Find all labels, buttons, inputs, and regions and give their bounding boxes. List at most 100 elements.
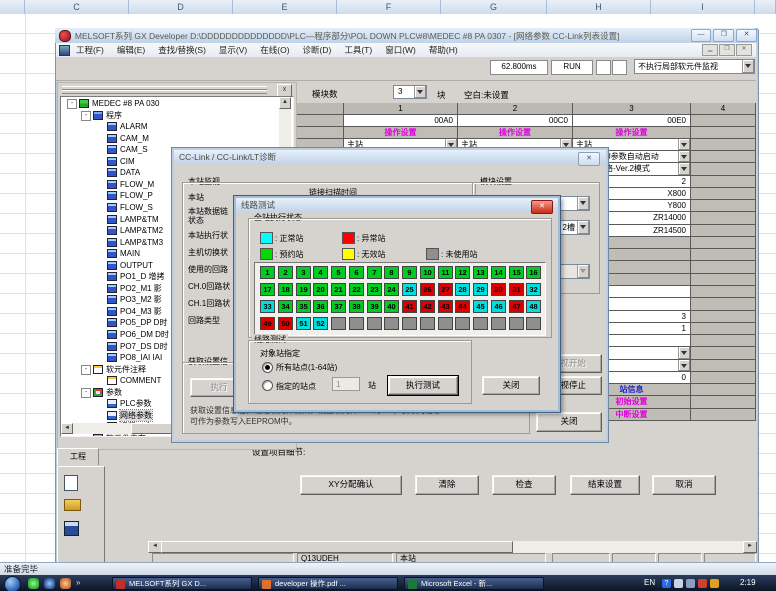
- station-1[interactable]: 1: [260, 266, 275, 279]
- station-29[interactable]: 29: [473, 283, 488, 296]
- open-folder-icon[interactable]: [64, 499, 81, 511]
- mdi-restore-button[interactable]: ❐: [719, 44, 735, 56]
- station-41[interactable]: 41: [402, 300, 417, 313]
- station-13[interactable]: 13: [473, 266, 488, 279]
- station-60[interactable]: [455, 317, 470, 330]
- speaker-icon[interactable]: [674, 579, 683, 588]
- scroll-left-icon[interactable]: ◄: [148, 541, 162, 553]
- network-icon[interactable]: [686, 579, 695, 588]
- station-26[interactable]: 26: [420, 283, 435, 296]
- station-37[interactable]: 37: [331, 300, 346, 313]
- io-number-cell[interactable]: 00C0: [458, 115, 573, 127]
- excel-column-E[interactable]: E: [233, 0, 337, 14]
- tree-expand-icon[interactable]: -: [67, 99, 77, 109]
- station-24[interactable]: 24: [384, 283, 399, 296]
- station-19[interactable]: 19: [296, 283, 311, 296]
- menu-诊断[interactable]: 诊断(D): [303, 45, 332, 55]
- menu-在线[interactable]: 在线(O): [260, 45, 289, 55]
- menu-窗口[interactable]: 窗口(W): [385, 45, 416, 55]
- mdi-close-button[interactable]: ✕: [736, 44, 752, 56]
- station-53[interactable]: [331, 317, 346, 330]
- station-14[interactable]: 14: [491, 266, 506, 279]
- quick-launch-icon[interactable]: [44, 578, 55, 589]
- station-64[interactable]: [526, 317, 541, 330]
- excel-column-blank[interactable]: [755, 0, 776, 14]
- station-16[interactable]: 16: [526, 266, 541, 279]
- chevron-down-icon[interactable]: [678, 151, 690, 162]
- station-30[interactable]: 30: [491, 283, 506, 296]
- diag-close-button[interactable]: 关闭: [536, 412, 602, 432]
- station-3[interactable]: 3: [296, 266, 311, 279]
- language-indicator[interactable]: EN: [644, 578, 655, 587]
- module-count-combo[interactable]: 3: [393, 85, 427, 99]
- station-10[interactable]: 10: [420, 266, 435, 279]
- station-8[interactable]: 8: [384, 266, 399, 279]
- minimize-button[interactable]: —: [691, 29, 712, 42]
- station-45[interactable]: 45: [473, 300, 488, 313]
- excel-column-I[interactable]: I: [651, 0, 755, 14]
- station-55[interactable]: [367, 317, 382, 330]
- station-7[interactable]: 7: [367, 266, 382, 279]
- gx-title-bar[interactable]: MELSOFT系列 GX Developer D:\DDDDDDDDDDDDDD…: [55, 28, 757, 43]
- chevron-down-icon[interactable]: [577, 197, 589, 210]
- station-38[interactable]: 38: [349, 300, 364, 313]
- station-5[interactable]: 5: [331, 266, 346, 279]
- button-结束设置[interactable]: 结束设置: [570, 475, 640, 495]
- station-28[interactable]: 28: [455, 283, 470, 296]
- excel-column-G[interactable]: G: [441, 0, 547, 14]
- update-tray-icon[interactable]: [710, 579, 719, 588]
- station-11[interactable]: 11: [438, 266, 453, 279]
- tree-item-程序[interactable]: -程序: [61, 110, 291, 121]
- station-50[interactable]: 50: [278, 317, 293, 330]
- station-15[interactable]: 15: [509, 266, 524, 279]
- station-61[interactable]: [473, 317, 488, 330]
- station-44[interactable]: 44: [455, 300, 470, 313]
- station-6[interactable]: 6: [349, 266, 364, 279]
- station-31[interactable]: 31: [509, 283, 524, 296]
- operation-setting-link[interactable]: 操作设置: [458, 127, 573, 139]
- station-22[interactable]: 22: [349, 283, 364, 296]
- station-42[interactable]: 42: [420, 300, 435, 313]
- chevron-down-icon[interactable]: [678, 139, 690, 150]
- tree-expand-icon[interactable]: -: [81, 111, 91, 121]
- station-25[interactable]: 25: [402, 283, 417, 296]
- tree-item-MEDEC #8 PA 030[interactable]: -MEDEC #8 PA 030: [61, 98, 291, 109]
- station-27[interactable]: 27: [438, 283, 453, 296]
- station-18[interactable]: 18: [278, 283, 293, 296]
- scroll-thumb[interactable]: [161, 541, 513, 553]
- diag-title-bar[interactable]: CC-Link / CC-Link/LT诊断: [174, 150, 606, 164]
- save-icon[interactable]: [64, 521, 79, 536]
- station-49[interactable]: 49: [260, 317, 275, 330]
- station-35[interactable]: 35: [296, 300, 311, 313]
- tree-item-ALARM[interactable]: ALARM: [61, 121, 291, 132]
- station-4[interactable]: 4: [313, 266, 328, 279]
- quick-launch-expand-icon[interactable]: »: [76, 578, 80, 587]
- operation-setting-link[interactable]: 操作设置: [344, 127, 458, 139]
- station-51[interactable]: 51: [296, 317, 311, 330]
- mdi-minimize-button[interactable]: ▁: [702, 44, 718, 56]
- chevron-down-icon[interactable]: [678, 360, 690, 371]
- button-取消[interactable]: 取消: [652, 475, 716, 495]
- station-57[interactable]: [402, 317, 417, 330]
- scroll-right-icon[interactable]: ►: [743, 541, 757, 553]
- excel-column-C[interactable]: C: [25, 0, 129, 14]
- menu-帮助[interactable]: 帮助(H): [429, 45, 458, 55]
- station-63[interactable]: [509, 317, 524, 330]
- device-monitor-combo[interactable]: 不执行局部软元件监视: [634, 59, 755, 74]
- execute-test-button[interactable]: 执行测试: [388, 376, 458, 395]
- station-23[interactable]: 23: [367, 283, 382, 296]
- operation-setting-link[interactable]: 操作设置: [573, 127, 691, 139]
- station-43[interactable]: 43: [438, 300, 453, 313]
- io-number-cell[interactable]: 00A0: [344, 115, 458, 127]
- station-21[interactable]: 21: [331, 283, 346, 296]
- station-54[interactable]: [349, 317, 364, 330]
- tab-project[interactable]: 工程: [57, 448, 99, 465]
- scroll-left-icon[interactable]: ◄: [61, 423, 73, 434]
- tree-item-CAM_M[interactable]: CAM_M: [61, 133, 291, 144]
- task-button-2[interactable]: developer 操作.pdf ...: [258, 577, 398, 590]
- station-36[interactable]: 36: [313, 300, 328, 313]
- station-48[interactable]: 48: [526, 300, 541, 313]
- station-62[interactable]: [491, 317, 506, 330]
- chevron-down-icon[interactable]: [577, 221, 589, 234]
- station-17[interactable]: 17: [260, 283, 275, 296]
